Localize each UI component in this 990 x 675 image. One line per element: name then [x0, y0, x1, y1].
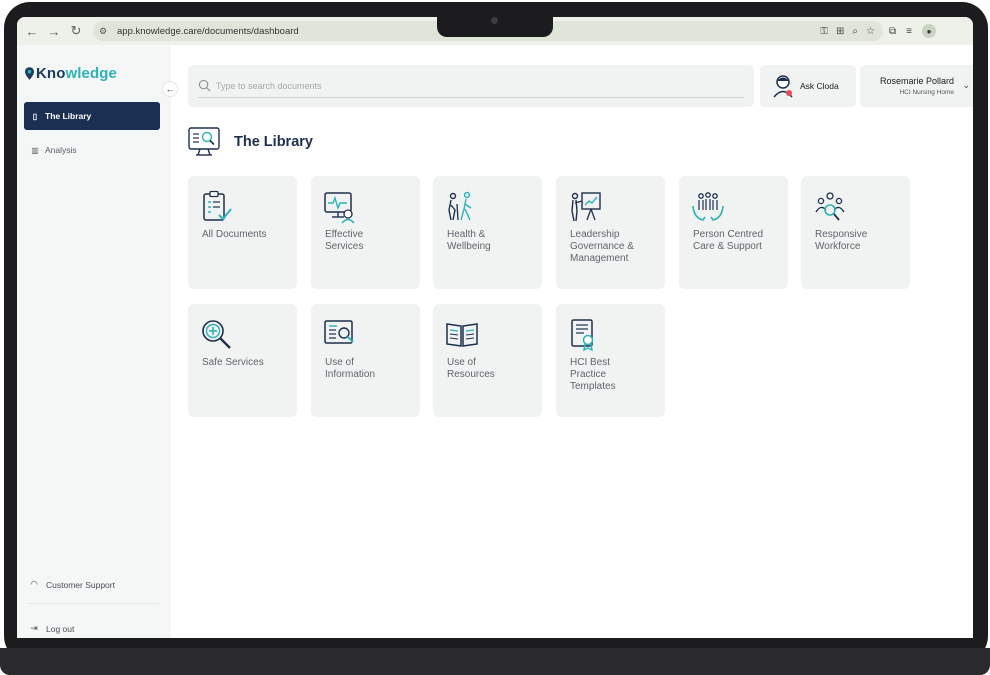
category-card-health-wellbeing[interactable]: Health & Wellbeing: [433, 176, 542, 289]
page-header: The Library: [188, 127, 313, 157]
category-card-use-of-resources[interactable]: Use of Resources: [433, 304, 542, 417]
extensions-puzzle-icon[interactable]: ⧉: [889, 26, 896, 37]
assistant-avatar-icon: [773, 75, 793, 98]
logout-link[interactable]: ⇥ Log out: [29, 623, 74, 634]
category-label: All Documents: [202, 229, 267, 240]
category-card-all-documents[interactable]: All Documents: [188, 176, 297, 289]
camera-icon: [491, 17, 498, 24]
category-label: Safe Services: [202, 357, 264, 368]
people-care-icon: [692, 192, 724, 221]
media-controls-icon[interactable]: ≡: [906, 26, 912, 37]
category-card-leadership-governance-management[interactable]: Leadership Governance & Management: [556, 176, 665, 289]
search-bar[interactable]: [188, 65, 754, 107]
category-card-use-of-information[interactable]: Use of Information: [311, 304, 420, 417]
location-pin-icon: [25, 67, 34, 80]
book-icon: ▯: [32, 111, 38, 121]
main-content: Ask Cloda Rosemarie Pollard HCI Nursing …: [171, 45, 973, 638]
logout-label: Log out: [46, 623, 75, 634]
customer-support-link[interactable]: ◠ Customer Support: [29, 579, 115, 590]
search-input[interactable]: [216, 77, 736, 95]
ask-cloda-button[interactable]: Ask Cloda: [760, 65, 856, 107]
magnifier-plus-icon: [202, 320, 231, 349]
category-card-safe-services[interactable]: Safe Services: [188, 304, 297, 417]
bookmark-star-icon[interactable]: ☆: [866, 26, 875, 37]
category-label: Use of Information: [325, 357, 376, 380]
translate-icon[interactable]: ⊞: [836, 26, 844, 37]
url-text[interactable]: app.knowledge.care/documents/dashboard: [117, 26, 299, 37]
ask-cloda-label: Ask Cloda: [800, 81, 839, 91]
arrow-left-icon: ←: [165, 84, 175, 94]
sidebar-item-analysis[interactable]: ▥ Analysis: [24, 136, 160, 164]
browser-profile-icon[interactable]: ●: [921, 24, 936, 38]
category-label: Effective Services: [325, 229, 364, 252]
collapse-sidebar-button[interactable]: ←: [162, 81, 178, 97]
presenter-board-icon: [571, 192, 601, 222]
certificate-icon: [571, 319, 594, 352]
back-arrow-icon[interactable]: ←: [21, 20, 43, 42]
laptop-frame: ← → ↻ ⚙ app.knowledge.care/documents/das…: [0, 0, 990, 675]
open-book-icon: [446, 323, 478, 347]
zoom-icon[interactable]: ⌕: [852, 26, 858, 37]
user-menu[interactable]: Rosemarie Pollard HCI Nursing Home ⌄: [860, 65, 973, 107]
headphones-icon: ◠: [30, 579, 38, 589]
category-label: Responsive Workforce: [815, 229, 868, 252]
password-key-icon[interactable]: ⚿: [820, 26, 828, 37]
chevron-down-icon: ⌄: [962, 80, 970, 90]
laptop-base: [0, 648, 990, 675]
sidebar-item-label: The Library: [45, 111, 92, 121]
category-card-responsive-workforce[interactable]: Responsive Workforce: [801, 176, 910, 289]
category-card-hci-best-practice-templates[interactable]: HCI Best Practice Templates: [556, 304, 665, 417]
screen: ← → ↻ ⚙ app.knowledge.care/documents/das…: [17, 17, 973, 638]
category-card-effective-services[interactable]: Effective Services: [311, 176, 420, 289]
search-icon: [198, 79, 211, 92]
category-label: Person Centred Care & Support: [693, 229, 764, 252]
category-label: HCI Best Practice Templates: [570, 357, 616, 392]
sidebar: Knowledge ▯ The Library ▥ Analysis ◠ Cus…: [17, 45, 171, 638]
category-label: Leadership Governance & Management: [570, 229, 634, 264]
reload-icon[interactable]: ↻: [65, 20, 87, 42]
app: Knowledge ▯ The Library ▥ Analysis ◠ Cus…: [17, 45, 973, 638]
sidebar-divider: [27, 603, 159, 604]
page-title: The Library: [234, 134, 313, 150]
site-settings-icon[interactable]: ⚙: [99, 26, 113, 37]
logo-text: Knowledge: [36, 65, 117, 82]
customer-support-label: Customer Support: [46, 579, 115, 590]
forward-arrow-icon[interactable]: →: [43, 20, 65, 42]
clipboard-check-icon: [203, 190, 232, 221]
team-search-icon: [815, 192, 845, 221]
sidebar-item-label: Analysis: [45, 145, 77, 155]
category-label: Use of Resources: [447, 357, 495, 380]
user-organization: HCI Nursing Home: [899, 89, 954, 96]
user-name: Rosemarie Pollard: [879, 76, 954, 86]
logout-icon: ⇥: [30, 623, 38, 633]
category-card-person-centred-care-support[interactable]: Person Centred Care & Support: [679, 176, 788, 289]
elderly-walking-icon: [448, 191, 472, 221]
monitor-heartbeat-icon: [324, 192, 355, 224]
bar-chart-icon: ▥: [31, 145, 39, 155]
document-search-icon: [324, 320, 354, 344]
brand-logo[interactable]: Knowledge: [25, 65, 117, 82]
sidebar-item-the-library[interactable]: ▯ The Library: [24, 102, 160, 130]
category-label: Health & Wellbeing: [447, 229, 491, 252]
library-monitor-icon: [188, 127, 220, 156]
